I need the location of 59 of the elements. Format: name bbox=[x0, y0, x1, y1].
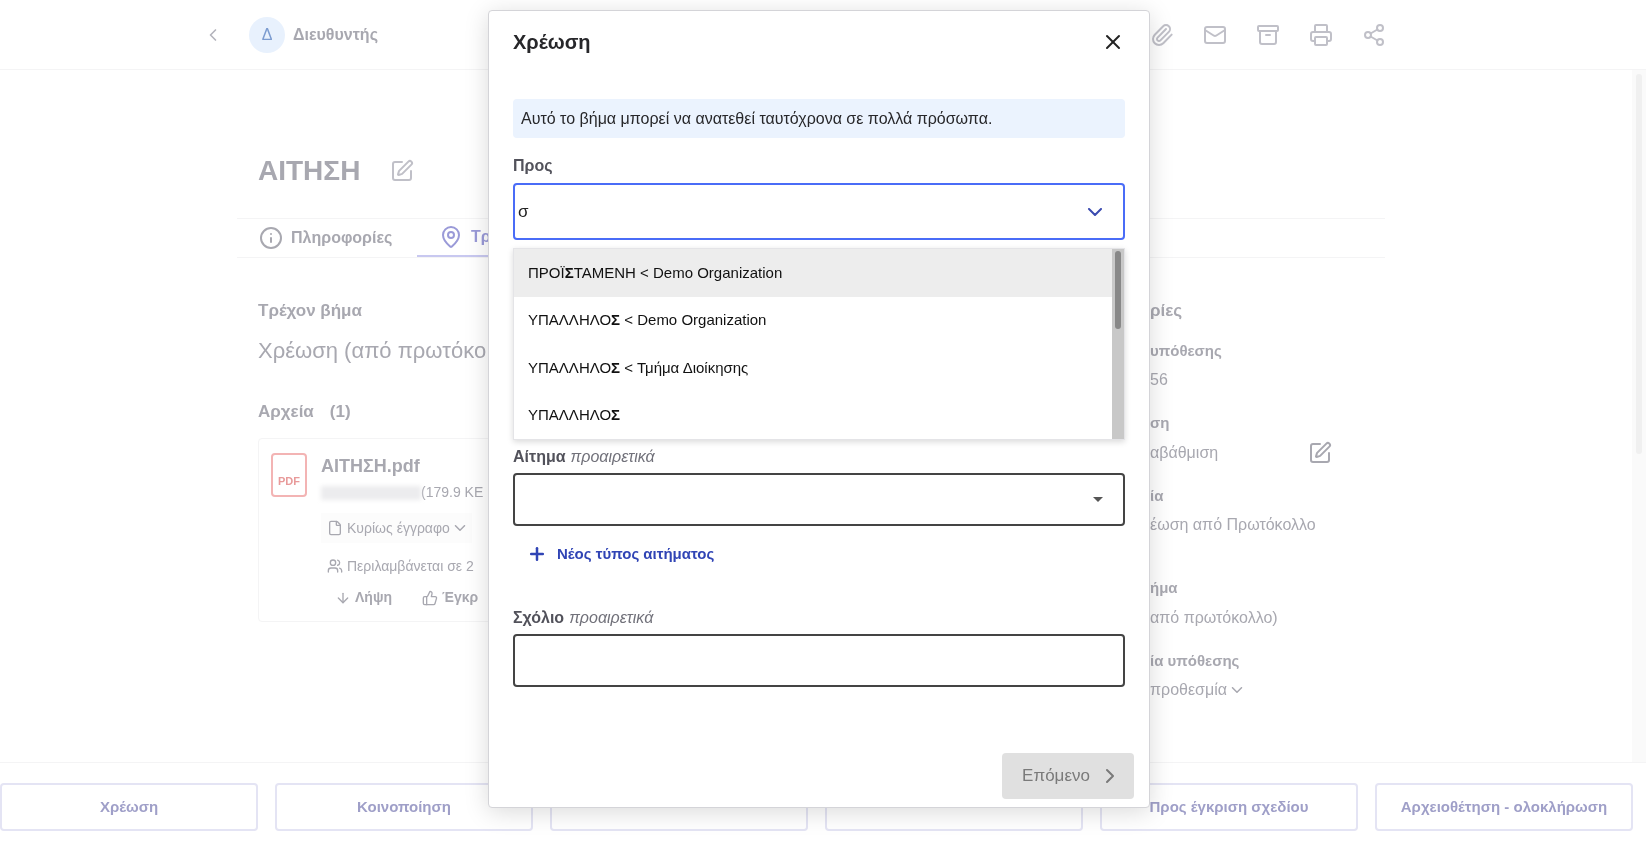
add-link[interactable]: Νέος τύπος αιτήματος bbox=[527, 543, 715, 566]
files-heading: Αρχεία bbox=[258, 400, 314, 423]
users-icon bbox=[327, 558, 343, 574]
pdf-icon: PDF bbox=[271, 453, 307, 497]
file-action[interactable]: Λήψη bbox=[335, 587, 392, 608]
info-icon bbox=[259, 226, 283, 250]
details-heading: ρίες bbox=[1150, 300, 1183, 322]
option-item[interactable]: ΥΠΑΛΛΗΛΟΣ bbox=[514, 391, 1112, 439]
file-action[interactable]: Έγκρ bbox=[422, 587, 479, 608]
recipient-combobox[interactable]: σ bbox=[513, 183, 1125, 240]
input-value: σ bbox=[518, 200, 529, 223]
document-icon bbox=[327, 520, 343, 536]
file-size: (179.9 KE bbox=[421, 483, 484, 502]
caret-icon bbox=[1230, 687, 1243, 693]
action-button[interactable]: Χρέωση bbox=[0, 783, 258, 831]
detail-label: υπόθεσης bbox=[1150, 340, 1222, 361]
field-label: Προς bbox=[513, 156, 553, 176]
caret-icon bbox=[453, 525, 466, 531]
request-select[interactable] bbox=[513, 473, 1125, 526]
detail-label: ήμα bbox=[1150, 578, 1178, 598]
file-name: ΑΙΤΗΣΗ.pdf bbox=[321, 455, 420, 478]
edit-icon[interactable] bbox=[1308, 440, 1333, 465]
detail-label: ση bbox=[1150, 413, 1170, 433]
optional-hint: προαιρετικά bbox=[570, 447, 655, 467]
caret-icon bbox=[1093, 497, 1103, 502]
thumbs-up-icon bbox=[422, 589, 438, 606]
field-label: Σχόλιο bbox=[513, 607, 565, 628]
pin-icon bbox=[439, 225, 463, 249]
info-banner: Αυτό το βήμα μπορεί να ανατεθεί ταυτόχρονα σε πολλά πρόσωπα. bbox=[513, 99, 1125, 138]
tab[interactable]: Πληροφορίες bbox=[237, 219, 417, 257]
chevron-down-icon bbox=[1087, 207, 1103, 216]
detail-value: έωση από Πρωτόκολλο bbox=[1150, 515, 1316, 535]
detail-label: ία bbox=[1150, 485, 1164, 506]
action-button[interactable]: Αρχειοθέτηση - ολοκλήρωση bbox=[1375, 783, 1633, 831]
printer-icon[interactable] bbox=[1309, 22, 1333, 47]
archive-icon[interactable] bbox=[1256, 22, 1280, 47]
comment-field[interactable] bbox=[513, 633, 1125, 687]
document-title: ΑΙΤΗΣΗ bbox=[258, 154, 361, 188]
share-icon[interactable] bbox=[1362, 22, 1386, 47]
optional-hint: προαιρετικά bbox=[569, 607, 654, 628]
paperclip-icon[interactable] bbox=[1150, 22, 1174, 47]
chevron-right-icon bbox=[1105, 768, 1114, 784]
detail-value: 56 bbox=[1150, 370, 1168, 390]
avatar: Δ bbox=[249, 16, 285, 53]
detail-value: αβάθμιση bbox=[1150, 442, 1219, 463]
option-item[interactable]: ΠΡΟΪΣΤΑΜΕΝΗ < Demo Organization bbox=[514, 249, 1112, 297]
deadline-dropdown[interactable]: προθεσμία bbox=[1150, 678, 1243, 702]
detail-value: από πρωτόκολλο) bbox=[1150, 607, 1278, 628]
included-text: Περιλαμβάνεται σε 2 bbox=[347, 556, 474, 576]
current-step-label: Τρέχον βήμα bbox=[258, 300, 362, 322]
edit-icon[interactable] bbox=[390, 159, 415, 183]
current-step-value: Χρέωση (από πρωτόκο bbox=[258, 336, 487, 365]
user-name: Διευθυντής bbox=[293, 24, 378, 45]
detail-label: ία υπόθεσης bbox=[1150, 650, 1240, 671]
scrollbar[interactable] bbox=[1112, 249, 1124, 439]
dialog-title: Χρέωση bbox=[513, 30, 591, 55]
files-count: (1) bbox=[329, 400, 351, 423]
category-label: Κυρίως έγγραφο bbox=[347, 518, 450, 538]
field-label: Αίτημα bbox=[513, 447, 566, 467]
